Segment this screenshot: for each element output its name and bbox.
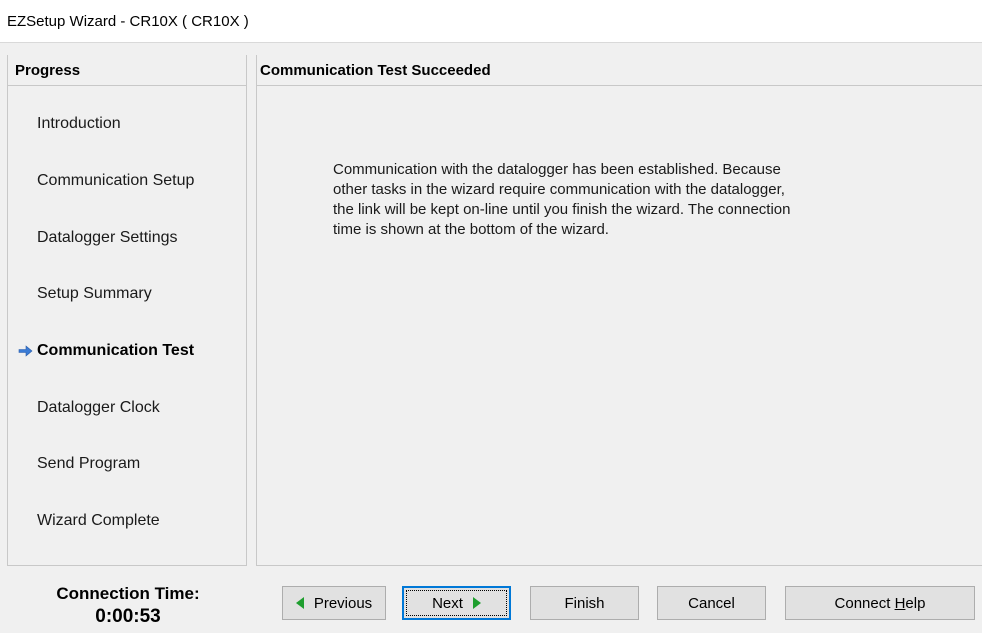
- progress-header: Progress: [8, 55, 246, 86]
- message-line: the link will be kept on-line until you …: [333, 201, 791, 218]
- connect-help-accelerator: H: [894, 594, 906, 612]
- connect-help-prefix: Connect: [834, 594, 895, 612]
- cancel-button-label: Cancel: [688, 594, 735, 612]
- right-arrow-icon: [18, 345, 33, 357]
- progress-item-label: Setup Summary: [37, 285, 152, 303]
- progress-item-label: Communication Test: [37, 342, 195, 360]
- progress-item-label: Datalogger Clock: [37, 398, 160, 416]
- content-title: Communication Test Succeeded: [257, 55, 982, 86]
- message-line: other tasks in the wizard require commun…: [333, 181, 785, 198]
- window-title: EZSetup Wizard - CR10X ( CR10X ): [0, 0, 982, 43]
- previous-button[interactable]: Previous: [282, 586, 386, 620]
- progress-item-label: Wizard Complete: [37, 512, 160, 530]
- progress-panel: Progress Introduction Communication Setu…: [7, 55, 247, 566]
- previous-button-label: Previous: [313, 594, 373, 612]
- connection-time-label: Connection Time:: [56, 584, 200, 603]
- progress-item-datalogger-clock: Datalogger Clock: [8, 379, 246, 436]
- progress-item-label: Communication Setup: [37, 172, 195, 190]
- content-message: Communication with the datalogger has be…: [333, 160, 913, 240]
- next-button[interactable]: Next: [402, 586, 511, 620]
- finish-button[interactable]: Finish: [530, 586, 639, 620]
- progress-item-send-program: Send Program: [8, 436, 246, 493]
- progress-item-datalogger-settings: Datalogger Settings: [8, 209, 246, 266]
- progress-item-label: Introduction: [37, 115, 121, 133]
- progress-item-setup-summary: Setup Summary: [8, 266, 246, 323]
- connection-time-value: 0:00:53: [95, 606, 161, 627]
- content-panel: Communication Test Succeeded Communicati…: [256, 55, 982, 566]
- progress-item-label: Datalogger Settings: [37, 228, 178, 246]
- progress-item-introduction: Introduction: [8, 96, 246, 153]
- progress-item-wizard-complete: Wizard Complete: [8, 493, 246, 550]
- message-line: Communication with the datalogger has be…: [333, 161, 781, 178]
- finish-button-label: Finish: [564, 594, 605, 612]
- connect-help-suffix: elp: [905, 594, 926, 612]
- progress-item-label: Send Program: [37, 455, 141, 473]
- progress-item-communication-test: Communication Test: [8, 323, 246, 380]
- message-line: time is shown at the bottom of the wizar…: [333, 221, 609, 238]
- progress-list: Introduction Communication Setup Datalog…: [8, 96, 246, 550]
- connect-help-label: Connect Help: [835, 595, 926, 612]
- right-arrow-icon: [472, 597, 481, 609]
- progress-item-communication-setup: Communication Setup: [8, 153, 246, 210]
- next-button-label: Next: [432, 594, 463, 612]
- connect-help-button[interactable]: Connect Help: [785, 586, 975, 620]
- cancel-button[interactable]: Cancel: [657, 586, 766, 620]
- left-arrow-icon: [295, 597, 304, 609]
